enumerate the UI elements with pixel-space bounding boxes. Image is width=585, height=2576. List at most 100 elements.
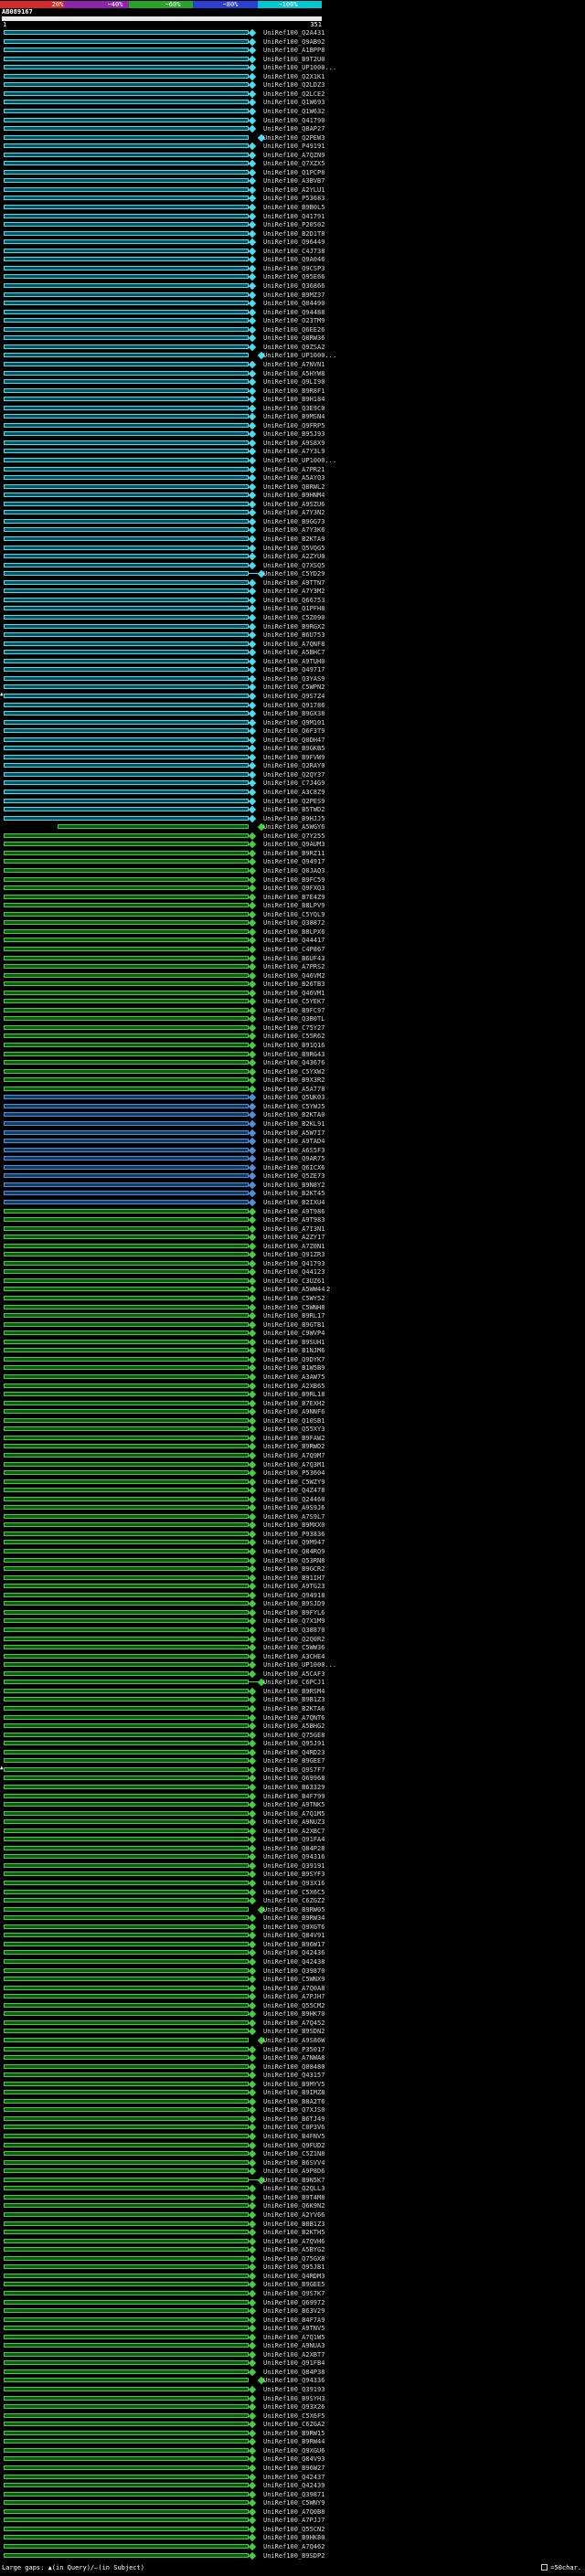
alignment-row[interactable]: UniRef100_Q2Q0R2 (0, 1635, 585, 1644)
hit-label[interactable]: UniRef100_B8A2T6 (263, 2098, 324, 2105)
alignment-row[interactable]: UniRef100_B26TB3 (0, 980, 585, 989)
hit-label[interactable]: UniRef100_B6SVV4 (263, 2159, 324, 2167)
alignment-row[interactable]: UniRef100_Q94918 (0, 1591, 585, 1600)
hit-label[interactable]: UniRef100_B63V29 (263, 2307, 324, 2315)
alignment-row[interactable]: UniRef100_A7Z0N1 (0, 1242, 585, 1251)
hit-label[interactable]: UniRef100_Q94336 (263, 2377, 324, 2384)
alignment-row[interactable]: UniRef100_B9T4M8 (0, 2193, 585, 2202)
alignment-row[interactable]: UniRef100_A7Q0A8 (0, 1984, 585, 1993)
alignment-row[interactable]: UniRef100_C5X6C5 (0, 1888, 585, 1897)
alignment-row[interactable]: UniRef100_B2KT45 (0, 1189, 585, 1198)
hit-label[interactable]: UniRef100_P53604 (263, 1469, 324, 1477)
alignment-row[interactable]: UniRef100_Q9AUM3 (0, 840, 585, 849)
alignment-row[interactable]: UniRef100_Q42437 (0, 2473, 585, 2482)
alignment-row[interactable]: UniRef100_C4P867 (0, 945, 585, 954)
alignment-row[interactable]: UniRef100_A2YLU1 (0, 186, 585, 195)
alignment-row[interactable]: UniRef100_A7PJJ7 (0, 2516, 585, 2525)
hit-label[interactable]: UniRef100_A1BPP8 (263, 47, 324, 54)
alignment-row[interactable]: UniRef100_Q84V93 (0, 2454, 585, 2464)
alignment-row[interactable]: UniRef100_A7Q1M5 (0, 1809, 585, 1818)
alignment-row[interactable]: UniRef100_C0P3V6 (0, 2123, 585, 2132)
alignment-row[interactable]: UniRef100_B9HJJ5 (0, 814, 585, 823)
alignment-row[interactable]: UniRef100_B9RGX2 (0, 622, 585, 631)
alignment-row[interactable]: UniRef100_B9T2U0 (0, 55, 585, 64)
alignment-row[interactable]: UniRef100_A2XB65 (0, 1382, 585, 1391)
hit-label[interactable]: UniRef100_Q41793 (263, 1260, 324, 1267)
alignment-row[interactable]: UniRef100_B9RWD2 (0, 1442, 585, 1451)
hit-label[interactable]: UniRef100_B9RL17 (263, 1312, 324, 1320)
hit-label[interactable]: UniRef100_A7S9L7 (263, 1513, 324, 1521)
hit-label[interactable]: UniRef100_Q69972 (263, 2299, 324, 2306)
hit-label[interactable]: UniRef100_B9RW44 (263, 2438, 324, 2445)
alignment-row[interactable]: UniRef100_A5CAF3 (0, 1670, 585, 1679)
alignment-row[interactable]: UniRef100_A7I3N1 (0, 1224, 585, 1234)
hit-label[interactable]: UniRef100_B9GG73 (263, 518, 324, 525)
alignment-row[interactable]: UniRef100_Q91ZR3 (0, 1250, 585, 1259)
alignment-row[interactable]: UniRef100_Q3YAS9 (0, 674, 585, 684)
alignment-row[interactable]: UniRef100_C5WPN2 (0, 683, 585, 692)
hit-label[interactable]: UniRef100_B8B1Z3 (263, 2221, 324, 2228)
hit-label[interactable]: UniRef100_A7Q0A8 (263, 1985, 324, 1992)
alignment-row[interactable]: UniRef100_B2IXU4 (0, 1198, 585, 1207)
alignment-row[interactable]: UniRef100_B9FC59 (0, 875, 585, 885)
alignment-row[interactable]: UniRef100_Q9FXQ3 (0, 884, 585, 893)
hit-label[interactable]: UniRef100_A7Q452 (263, 2019, 324, 2027)
hit-label[interactable]: UniRef100_Q84V91 (263, 1932, 324, 1939)
hit-label[interactable]: UniRef100_B9IMZ8 (263, 2089, 324, 2096)
hit-label[interactable]: UniRef100_Q5UK03 (263, 1094, 324, 1101)
hit-label[interactable]: UniRef100_Q2LDZ3 (263, 81, 324, 89)
alignment-row[interactable]: UniRef100_B7EXH2 (0, 1399, 585, 1408)
hit-label[interactable]: UniRef100_P35017 (263, 2046, 324, 2053)
alignment-row[interactable]: UniRef100_C5X6F5 (0, 2412, 585, 2421)
alignment-row[interactable]: UniRef100_B1NJM6 (0, 1346, 585, 1355)
hit-label[interactable]: UniRef100_Q84P28 (263, 1845, 324, 1852)
hit-label[interactable]: UniRef100_Q2Q0R2 (263, 1636, 324, 1643)
alignment-row[interactable]: UniRef100_C3UZ61 (0, 1277, 585, 1286)
hit-label[interactable]: UniRef100_Q7X1M9 (263, 1617, 324, 1625)
alignment-row[interactable]: UniRef100_A3AW75 (0, 1373, 585, 1382)
hit-label[interactable]: UniRef100_B2IXU4 (263, 1199, 324, 1206)
alignment-row[interactable]: UniRef100_Q55CM2 (0, 2001, 585, 2010)
hit-label[interactable]: UniRef100_B96W27 (263, 2465, 324, 2472)
hit-label[interactable]: UniRef100_Q5ZE73 (263, 1172, 324, 1180)
alignment-row[interactable]: UniRef100_A2XBC7 (0, 1827, 585, 1836)
alignment-row[interactable]: UniRef100_Q69972 (0, 2298, 585, 2307)
alignment-row[interactable]: UniRef100_B9SJD9 (0, 1599, 585, 1608)
hit-label[interactable]: UniRef100_B4FNV5 (263, 2133, 324, 2140)
alignment-row[interactable]: UniRef100_Q53RN8 (0, 1556, 585, 1565)
alignment-row[interactable]: UniRef100_A9TNK5 (0, 1800, 585, 1809)
hit-label[interactable]: UniRef100_Q94917 (263, 858, 324, 865)
alignment-row[interactable]: UniRef100_Q9CSP3 (0, 264, 585, 273)
alignment-row[interactable]: UniRef100_Q91FA4 (0, 1835, 585, 1844)
hit-label[interactable]: UniRef100_Q9AB92 (263, 38, 324, 46)
alignment-row[interactable]: UniRef100_Q44123 (0, 1267, 585, 1277)
hit-label[interactable]: UniRef100_Q8AP27 (263, 125, 324, 133)
hit-label[interactable]: UniRef100_B9RW05 (263, 1906, 324, 1913)
hit-label[interactable]: UniRef100_A5BHC7 (263, 649, 324, 656)
alignment-row[interactable]: UniRef100_A7Y3K6 (0, 525, 585, 535)
hit-label[interactable]: UniRef100_A7Q462 (263, 2543, 324, 2550)
hit-label[interactable]: UniRef100_A7Q9M7 (263, 1452, 324, 1459)
alignment-row[interactable]: UniRef100_B9MXX0 (0, 1521, 585, 1530)
alignment-row[interactable]: UniRef100_B9MSN4 (0, 412, 585, 421)
hit-label[interactable]: UniRef100_B91IH7 (263, 1574, 324, 1582)
alignment-row[interactable]: UniRef100_B96W17 (0, 1940, 585, 1949)
alignment-row[interactable]: UniRef100_A7Q0B8 (0, 2507, 585, 2517)
alignment-row[interactable]: UniRef100_A9SZU6 (0, 500, 585, 509)
alignment-row[interactable]: UniRef100_B6UF43 (0, 954, 585, 963)
alignment-row[interactable]: UniRef100_Q7XSQ5 (0, 561, 585, 570)
hit-label[interactable]: UniRef100_Q2X1K1 (263, 73, 324, 80)
alignment-row[interactable]: UniRef100_C6ZGA2 (0, 2420, 585, 2429)
alignment-row[interactable]: UniRef100_A2ZY17 (0, 1233, 585, 1242)
hit-label[interactable]: UniRef100_Q94316 (263, 1853, 324, 1860)
alignment-row[interactable]: UniRef100_A7Q452 (0, 2019, 585, 2028)
hit-label[interactable]: UniRef100_Q41790 (263, 117, 324, 124)
alignment-row[interactable]: UniRef100_Q36866 (0, 281, 585, 291)
alignment-row[interactable]: UniRef100_B9B0L5 (0, 203, 585, 212)
alignment-row[interactable]: UniRef100_Q9FRP5 (0, 421, 585, 430)
hit-label[interactable]: UniRef100_B9GKB5 (263, 745, 324, 752)
hit-label[interactable]: UniRef100_A7NVN1 (263, 361, 324, 368)
hit-label[interactable]: UniRef100_P53683 (263, 195, 324, 202)
hit-label[interactable]: UniRef100_B8LPV9 (263, 902, 324, 909)
hit-label[interactable]: UniRef100_A7PR21 (263, 466, 324, 473)
